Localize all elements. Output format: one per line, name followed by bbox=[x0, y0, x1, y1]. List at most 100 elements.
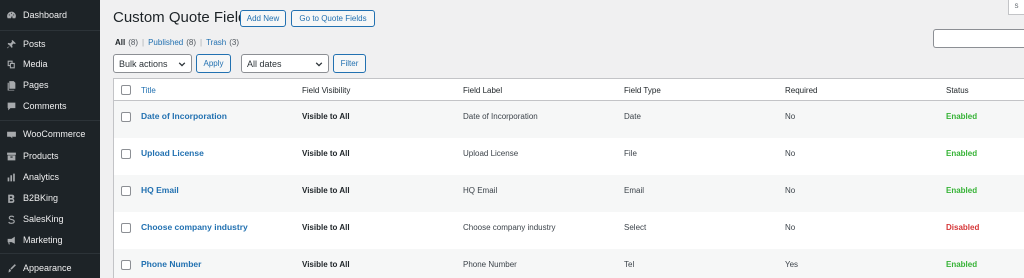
sidebar-separator bbox=[0, 253, 100, 254]
status-enabled: Enabled bbox=[946, 260, 978, 269]
row-visibility: Visible to All bbox=[302, 149, 350, 158]
b2bking-icon bbox=[5, 192, 17, 204]
row-type: Tel bbox=[624, 260, 635, 269]
row-title-link[interactable]: Upload License bbox=[141, 148, 204, 158]
row-label: Upload License bbox=[463, 149, 519, 158]
row-title-link[interactable]: HQ Email bbox=[141, 185, 179, 195]
row-required: No bbox=[785, 223, 796, 232]
sidebar-item-appearance[interactable]: Appearance bbox=[0, 258, 100, 278]
sidebar-item-b2bking[interactable]: B2BKing bbox=[0, 188, 100, 208]
dates-value: All dates bbox=[247, 58, 282, 69]
separator: | bbox=[200, 38, 203, 47]
chevron-down-icon bbox=[315, 60, 323, 68]
view-all[interactable]: All bbox=[115, 38, 125, 47]
sidebar-item-label: Dashboard bbox=[23, 10, 68, 20]
bulk-actions-select[interactable]: Bulk actions bbox=[113, 54, 192, 73]
bulk-actions-value: Bulk actions bbox=[119, 58, 168, 69]
row-required: No bbox=[785, 112, 796, 121]
row-title-link[interactable]: Date of Incorporation bbox=[141, 111, 227, 121]
sidebar-item-comments[interactable]: Comments bbox=[0, 96, 100, 116]
view-published[interactable]: Published bbox=[148, 38, 183, 47]
row-required: Yes bbox=[785, 260, 799, 269]
view-filters: All (8) | Published (8) | Trash (3) bbox=[115, 38, 239, 47]
sidebar-item-label: Marketing bbox=[23, 235, 63, 245]
row-checkbox[interactable] bbox=[121, 112, 131, 122]
sidebar-separator bbox=[0, 30, 100, 31]
chevron-down-icon bbox=[178, 60, 186, 68]
search-input[interactable] bbox=[933, 29, 1024, 48]
row-required: No bbox=[785, 149, 796, 158]
screen-options-tab[interactable]: S bbox=[1008, 0, 1024, 15]
column-field-type: Field Type bbox=[624, 86, 661, 95]
sidebar-item-label: Pages bbox=[23, 80, 49, 90]
status-enabled: Enabled bbox=[946, 149, 978, 158]
table-row: HQ Email Visible to All HQ Email Email N… bbox=[114, 175, 1024, 212]
sidebar-item-label: Posts bbox=[23, 39, 46, 49]
row-label: Date of Incorporation bbox=[463, 112, 538, 121]
row-checkbox[interactable] bbox=[121, 186, 131, 196]
add-new-button[interactable]: Add New bbox=[240, 10, 286, 27]
select-all-checkbox[interactable] bbox=[121, 85, 131, 95]
row-checkbox[interactable] bbox=[121, 260, 131, 270]
row-label: Phone Number bbox=[463, 260, 517, 269]
row-type: Email bbox=[624, 186, 645, 195]
row-visibility: Visible to All bbox=[302, 186, 350, 195]
table-row: Phone Number Visible to All Phone Number… bbox=[114, 249, 1024, 278]
row-label: HQ Email bbox=[463, 186, 498, 195]
column-status: Status bbox=[946, 86, 969, 95]
sidebar-item-products[interactable]: Products bbox=[0, 146, 100, 166]
bar-chart-icon bbox=[5, 171, 17, 183]
row-title-link[interactable]: Phone Number bbox=[141, 259, 201, 269]
sidebar-item-woocommerce[interactable]: WooCommerce bbox=[0, 124, 100, 144]
column-field-visibility: Field Visibility bbox=[302, 86, 351, 95]
sidebar-item-label: Products bbox=[23, 151, 59, 161]
row-required: No bbox=[785, 186, 796, 195]
sidebar-item-analytics[interactable]: Analytics bbox=[0, 167, 100, 187]
dashboard-icon bbox=[5, 9, 17, 21]
pin-icon bbox=[5, 38, 17, 50]
view-published-count: (8) bbox=[186, 38, 197, 47]
row-checkbox[interactable] bbox=[121, 149, 131, 159]
sidebar-item-dashboard[interactable]: Dashboard bbox=[0, 5, 100, 25]
pages-icon bbox=[5, 79, 17, 91]
sidebar-item-label: B2BKing bbox=[23, 193, 59, 203]
sidebar-item-label: Comments bbox=[23, 101, 67, 111]
dates-select[interactable]: All dates bbox=[241, 54, 329, 73]
filter-button[interactable]: Filter bbox=[333, 54, 366, 73]
sidebar-item-salesking[interactable]: SalesKing bbox=[0, 209, 100, 229]
column-title[interactable]: Title bbox=[141, 86, 156, 95]
sidebar-item-posts[interactable]: Posts bbox=[0, 34, 100, 54]
apply-button[interactable]: Apply bbox=[196, 54, 231, 73]
sidebar-item-label: WooCommerce bbox=[23, 129, 86, 139]
sidebar-item-label: Appearance bbox=[23, 263, 72, 273]
woocommerce-icon bbox=[5, 128, 17, 140]
brush-icon bbox=[5, 262, 17, 274]
comment-icon bbox=[5, 100, 17, 112]
table-row: Choose company industry Visible to All C… bbox=[114, 212, 1024, 249]
sidebar-item-media[interactable]: Media bbox=[0, 54, 100, 74]
page-title: Custom Quote Field bbox=[113, 9, 247, 26]
view-trash[interactable]: Trash bbox=[206, 38, 226, 47]
column-field-label: Field Label bbox=[463, 86, 503, 95]
sidebar-item-pages[interactable]: Pages bbox=[0, 75, 100, 95]
megaphone-icon bbox=[5, 234, 17, 246]
table-header: Title Field Visibility Field Label Field… bbox=[114, 79, 1024, 101]
separator: | bbox=[142, 38, 145, 47]
sidebar-item-label: SalesKing bbox=[23, 214, 64, 224]
column-required: Required bbox=[785, 86, 818, 95]
row-type: Select bbox=[624, 223, 647, 232]
media-icon bbox=[5, 58, 17, 70]
table-row: Upload License Visible to All Upload Lic… bbox=[114, 138, 1024, 175]
row-title-link[interactable]: Choose company industry bbox=[141, 222, 248, 232]
table-row: Date of Incorporation Visible to All Dat… bbox=[114, 101, 1024, 138]
go-to-quote-fields-button[interactable]: Go to Quote Fields bbox=[291, 10, 375, 27]
row-visibility: Visible to All bbox=[302, 223, 350, 232]
row-checkbox[interactable] bbox=[121, 223, 131, 233]
sidebar-item-marketing[interactable]: Marketing bbox=[0, 230, 100, 250]
status-enabled: Enabled bbox=[946, 112, 978, 121]
sidebar-item-label: Media bbox=[23, 59, 48, 69]
view-all-count: (8) bbox=[128, 38, 139, 47]
row-visibility: Visible to All bbox=[302, 112, 350, 121]
status-enabled: Enabled bbox=[946, 186, 978, 195]
row-label: Choose company industry bbox=[463, 223, 556, 232]
